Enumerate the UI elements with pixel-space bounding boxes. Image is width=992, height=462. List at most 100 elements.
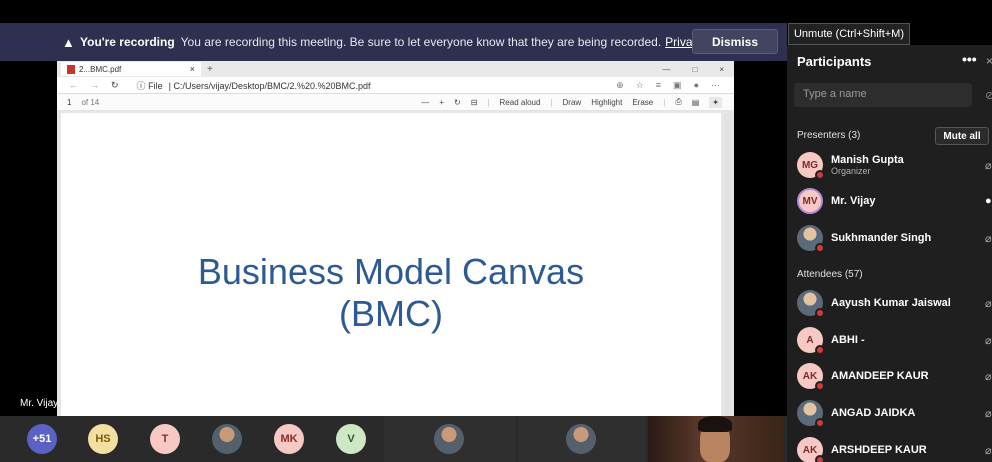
address-bar: ← → ↻ ⓘ File | C:/Users/vijay/Desktop/BMC… <box>57 77 734 94</box>
participant-name: Sukhmander Singh <box>831 232 932 244</box>
participant-name: AMANDEEP KAUR <box>831 370 929 382</box>
avatar: MV <box>797 188 823 214</box>
video-strip: +51 HS T MK V <box>0 416 787 462</box>
print-icon[interactable]: ⎙ <box>675 97 681 107</box>
presenter-label: Mr. Vijay <box>20 398 59 409</box>
avatar <box>797 400 825 428</box>
save-icon[interactable]: ▤ <box>692 98 700 107</box>
participant-avatar[interactable] <box>212 424 242 454</box>
participant-avatar[interactable]: HS <box>88 424 118 454</box>
close-window-icon[interactable]: × <box>719 65 724 74</box>
participant-row[interactable]: AK AMANDEEP KAUR ⌀ <box>797 361 992 391</box>
back-icon[interactable]: ← <box>69 80 78 91</box>
warning-icon: ▲ <box>62 34 75 50</box>
participant-avatar[interactable]: V <box>336 424 366 454</box>
avatar: AK <box>797 363 825 391</box>
participant-tile[interactable] <box>384 416 516 462</box>
forward-icon[interactable]: → <box>90 80 99 91</box>
mic-muted-icon[interactable]: ⌀ <box>985 444 992 457</box>
attendees-header[interactable]: Attendees (57) <box>797 269 863 280</box>
top-strip <box>0 0 992 23</box>
browser-tab[interactable]: 2...BMC.pdf × <box>61 62 201 76</box>
slide-title-line1: Business Model Canvas <box>197 251 585 292</box>
rotate-icon[interactable]: ↻ <box>454 98 461 107</box>
mic-icon[interactable]: ● <box>985 195 992 207</box>
tab-title: 2...BMC.pdf <box>79 64 122 74</box>
favorites-bar-icon[interactable]: ≡ <box>656 80 661 91</box>
close-tab-icon[interactable]: × <box>190 64 195 74</box>
recording-message: You are recording this meeting. Be sure … <box>180 35 662 49</box>
participant-avatar[interactable]: MK <box>274 424 304 454</box>
page-number[interactable]: 1 <box>67 98 71 107</box>
share-invite-icon[interactable]: ⊘ <box>985 89 992 102</box>
recording-title: You're recording <box>80 35 175 49</box>
presenters-header[interactable]: Presenters (3) <box>797 130 860 141</box>
minimize-icon[interactable]: — <box>662 65 670 74</box>
file-label: File <box>148 80 163 91</box>
reload-icon[interactable]: ↻ <box>111 80 119 91</box>
pdf-viewer[interactable]: Business Model Canvas (BMC) <box>57 111 734 416</box>
participant-search-input[interactable]: Type a name <box>794 83 972 107</box>
participant-name: Mr. Vijay <box>831 195 876 207</box>
mute-all-button[interactable]: Mute all <box>935 127 989 145</box>
muted-badge-icon <box>815 455 825 462</box>
dismiss-button[interactable]: Dismiss <box>692 29 778 54</box>
participant-row[interactable]: Aayush Kumar Jaiswal ⌀ <box>797 288 992 318</box>
participant-row[interactable]: MV Mr. Vijay ● <box>797 186 992 216</box>
participant-name: ABHI - <box>831 334 865 346</box>
avatar: A <box>797 327 825 355</box>
highlight-button[interactable]: Highlight <box>591 98 622 107</box>
muted-badge-icon <box>815 243 825 253</box>
participant-row[interactable]: ANGAD JAIDKA ⌀ <box>797 398 992 428</box>
muted-badge-icon <box>815 345 825 355</box>
zoom-in-icon[interactable]: + <box>439 98 444 107</box>
participant-avatar <box>434 424 464 454</box>
participant-row[interactable]: AK ARSHDEEP KAUR ⌀ <box>797 435 992 462</box>
page-count: of 14 <box>81 97 100 107</box>
slide-title-line2: (BMC) <box>339 293 443 334</box>
read-aloud-button[interactable]: Read aloud <box>500 98 541 107</box>
overflow-participants-button[interactable]: +51 <box>27 424 57 454</box>
info-icon: ⓘ <box>136 80 146 91</box>
url-field[interactable]: ⓘ File | C:/Users/vijay/Desktop/BMC/2.%20… <box>137 79 371 92</box>
close-panel-icon[interactable]: × <box>986 54 992 68</box>
mic-muted-icon[interactable]: ⌀ <box>985 297 992 310</box>
mic-muted-icon[interactable]: ⌀ <box>985 370 992 383</box>
mic-muted-icon[interactable]: ⌀ <box>985 334 992 347</box>
pdf-page: Business Model Canvas (BMC) <box>61 113 721 416</box>
zoom-out-icon[interactable]: — <box>421 98 429 107</box>
participant-avatar <box>566 424 596 454</box>
browser-window: 2...BMC.pdf × + — □ × ← → ↻ ⓘ File | C:/U… <box>57 61 734 416</box>
participant-avatar[interactable]: T <box>150 424 180 454</box>
participant-row[interactable]: A ABHI - ⌀ <box>797 325 992 355</box>
participant-role: Organizer <box>831 166 871 176</box>
favorite-icon[interactable]: ☆ <box>636 80 644 91</box>
recording-banner: ▲ You're recording You are recording thi… <box>0 23 787 61</box>
avatar: MG <box>797 152 825 180</box>
pdf-icon <box>67 64 75 74</box>
collections-icon[interactable]: ▣ <box>673 80 682 91</box>
zoom-icon[interactable]: ⊕ <box>616 80 624 91</box>
maximize-icon[interactable]: □ <box>692 65 697 74</box>
participant-video[interactable] <box>648 416 784 462</box>
participant-tile[interactable] <box>518 416 646 462</box>
mic-muted-icon[interactable]: ⌀ <box>985 159 992 172</box>
erase-button[interactable]: Erase <box>632 98 653 107</box>
fit-page-icon[interactable]: ⊟ <box>471 98 478 107</box>
scrollbar[interactable] <box>724 113 732 416</box>
draw-button[interactable]: Draw <box>563 98 582 107</box>
new-tab-icon[interactable]: + <box>207 64 213 75</box>
mic-muted-icon[interactable]: ⌀ <box>985 232 992 245</box>
mic-muted-icon[interactable]: ⌀ <box>985 407 992 420</box>
shared-screen: 2...BMC.pdf × + — □ × ← → ↻ ⓘ File | C:/U… <box>0 61 787 416</box>
participant-row[interactable]: MG Manish Gupta Organizer ⌀ <box>797 150 992 180</box>
pin-icon[interactable]: ✦ <box>709 96 722 108</box>
profile-icon[interactable]: ● <box>694 80 699 91</box>
avatar: AK <box>797 437 825 462</box>
participant-row[interactable]: Sukhmander Singh ⌀ <box>797 223 992 253</box>
more-icon[interactable]: ⋯ <box>711 80 720 91</box>
muted-badge-icon <box>815 381 825 391</box>
avatar <box>797 290 825 318</box>
more-options-icon[interactable]: ••• <box>962 51 977 67</box>
tab-bar: 2...BMC.pdf × + — □ × <box>57 61 734 77</box>
